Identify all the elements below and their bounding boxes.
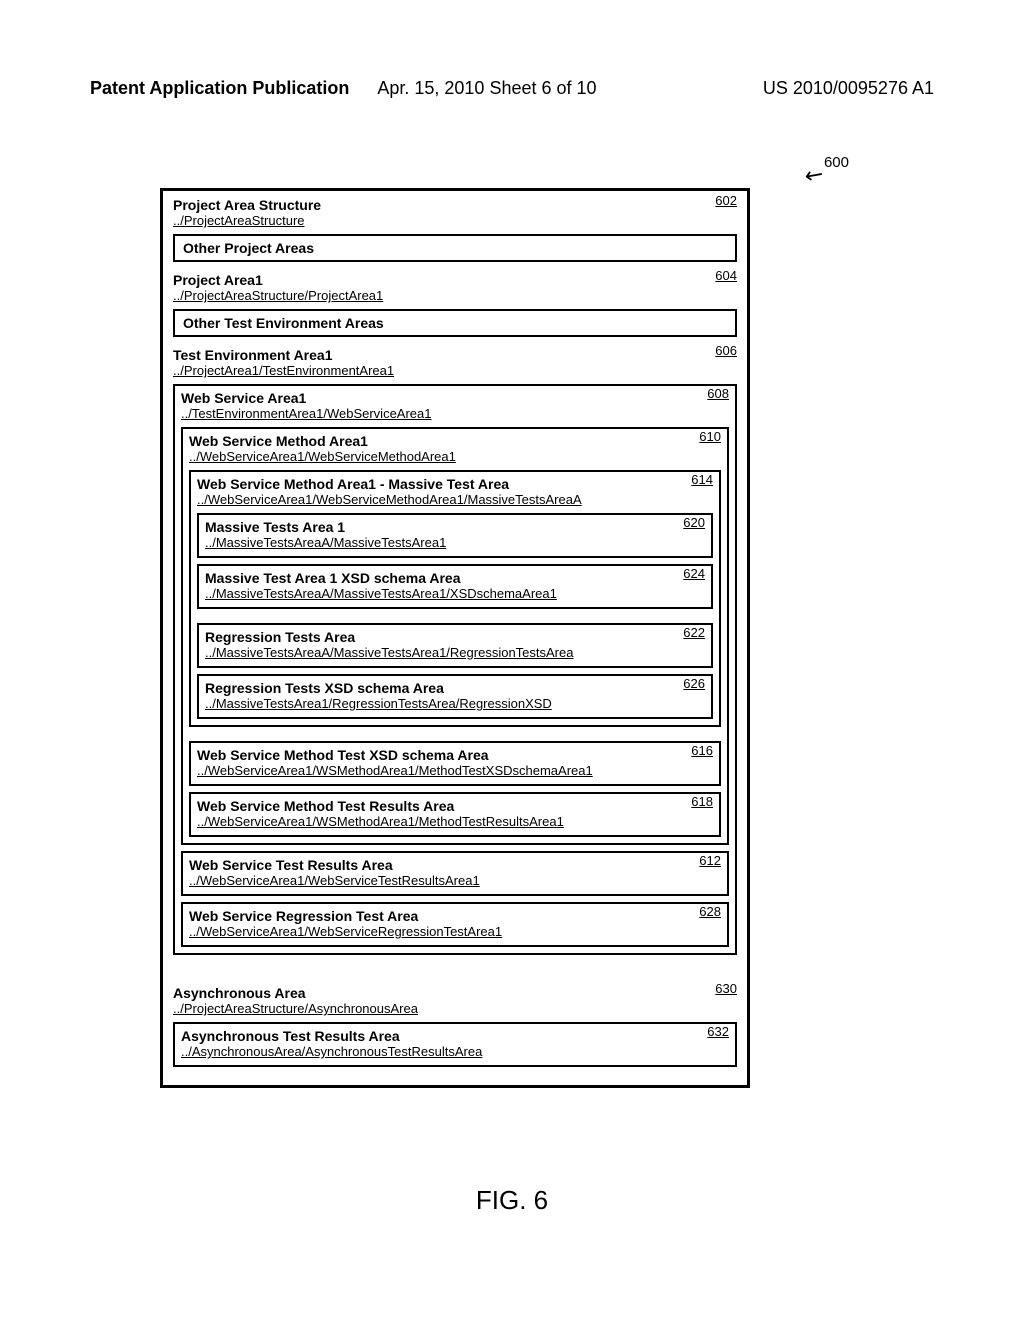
method-box: 610 Web Service Method Area1 ../WebServi… xyxy=(181,427,729,845)
reg-title: Regression Tests Area xyxy=(205,629,705,645)
asyncres-num: 632 xyxy=(707,1024,729,1039)
methodxsd-num: 616 xyxy=(691,743,713,758)
regxsd-path: ../MassiveTestsArea1/RegressionTestsArea… xyxy=(205,696,705,711)
figure-caption: FIG. 6 xyxy=(0,1185,1024,1216)
project-area-num: 604 xyxy=(715,268,737,283)
methodres-box: 618 Web Service Method Test Results Area… xyxy=(189,792,721,837)
env-box: 606 Test Environment Area1 ../ProjectAre… xyxy=(173,343,737,961)
mt1-box: 620 Massive Tests Area 1 ../MassiveTests… xyxy=(197,513,713,558)
mt1xsd-box: 624 Massive Test Area 1 XSD schema Area … xyxy=(197,564,713,609)
methodres-title: Web Service Method Test Results Area xyxy=(197,798,713,814)
wsreg-path: ../WebServiceArea1/WebServiceRegressionT… xyxy=(189,924,721,939)
env-title: Test Environment Area1 xyxy=(173,347,737,363)
massive-box: 614 Web Service Method Area1 - Massive T… xyxy=(189,470,721,727)
page-header: Patent Application Publication Apr. 15, … xyxy=(0,78,1024,99)
asyncres-path: ../AsynchronousArea/AsynchronousTestResu… xyxy=(181,1044,729,1059)
env-path: ../ProjectArea1/TestEnvironmentArea1 xyxy=(173,363,737,378)
mt1xsd-num: 624 xyxy=(683,566,705,581)
async-title: Asynchronous Area xyxy=(173,985,737,1001)
mt1xsd-path: ../MassiveTestsAreaA/MassiveTestsArea1/X… xyxy=(205,586,705,601)
method-path: ../WebServiceArea1/WebServiceMethodArea1 xyxy=(189,449,721,464)
ws-box: 608 Web Service Area1 ../TestEnvironment… xyxy=(173,384,737,955)
ws-num: 608 xyxy=(707,386,729,401)
project-area-path: ../ProjectAreaStructure/ProjectArea1 xyxy=(173,288,737,303)
reg-path: ../MassiveTestsAreaA/MassiveTestsArea1/R… xyxy=(205,645,705,660)
other-env-header: Other Test Environment Areas xyxy=(173,309,737,337)
mt1xsd-title: Massive Test Area 1 XSD schema Area xyxy=(205,570,705,586)
wsres-title: Web Service Test Results Area xyxy=(189,857,721,873)
reg-num: 622 xyxy=(683,625,705,640)
wsreg-title: Web Service Regression Test Area xyxy=(189,908,721,924)
regxsd-num: 626 xyxy=(683,676,705,691)
method-num: 610 xyxy=(699,429,721,444)
mt1-path: ../MassiveTestsAreaA/MassiveTestsArea1 xyxy=(205,535,705,550)
massive-path: ../WebServiceArea1/WebServiceMethodArea1… xyxy=(197,492,713,507)
async-num: 630 xyxy=(715,981,737,996)
wsres-path: ../WebServiceArea1/WebServiceTestResults… xyxy=(189,873,721,888)
env-num: 606 xyxy=(715,343,737,358)
project-area-title: Project Area1 xyxy=(173,272,737,288)
regxsd-title: Regression Tests XSD schema Area xyxy=(205,680,705,696)
reg-box: 622 Regression Tests Area ../MassiveTest… xyxy=(197,623,713,668)
async-path: ../ProjectAreaStructure/AsynchronousArea xyxy=(173,1001,737,1016)
methodxsd-path: ../WebServiceArea1/WSMethodArea1/MethodT… xyxy=(197,763,713,778)
ws-path: ../TestEnvironmentArea1/WebServiceArea1 xyxy=(181,406,729,421)
methodxsd-box: 616 Web Service Method Test XSD schema A… xyxy=(189,741,721,786)
wsreg-num: 628 xyxy=(699,904,721,919)
header-publication: Patent Application Publication xyxy=(90,78,349,99)
async-box: 630 Asynchronous Area ../ProjectAreaStru… xyxy=(173,981,737,1073)
root-num: 602 xyxy=(715,193,737,208)
methodxsd-title: Web Service Method Test XSD schema Area xyxy=(197,747,713,763)
mt1-title: Massive Tests Area 1 xyxy=(205,519,705,535)
header-sheet: Apr. 15, 2010 Sheet 6 of 10 xyxy=(377,78,596,99)
mt1-num: 620 xyxy=(683,515,705,530)
asyncres-title: Asynchronous Test Results Area xyxy=(181,1028,729,1044)
wsres-box: 612 Web Service Test Results Area ../Web… xyxy=(181,851,729,896)
root-path: ../ProjectAreaStructure xyxy=(173,213,737,228)
other-project-areas-header: Other Project Areas xyxy=(173,234,737,262)
regxsd-box: 626 Regression Tests XSD schema Area ../… xyxy=(197,674,713,719)
massive-title: Web Service Method Area1 - Massive Test … xyxy=(197,476,713,492)
ws-title: Web Service Area1 xyxy=(181,390,729,406)
methodres-path: ../WebServiceArea1/WSMethodArea1/MethodT… xyxy=(197,814,713,829)
root-box: 602 Project Area Structure ../ProjectAre… xyxy=(160,188,750,1088)
asyncres-box: 632 Asynchronous Test Results Area ../As… xyxy=(173,1022,737,1067)
methodres-num: 618 xyxy=(691,794,713,809)
header-pubnum: US 2010/0095276 A1 xyxy=(763,78,934,99)
wsres-num: 612 xyxy=(699,853,721,868)
root-title: Project Area Structure xyxy=(173,197,737,213)
massive-num: 614 xyxy=(691,472,713,487)
project-area-box: 604 Project Area1 ../ProjectAreaStructur… xyxy=(173,268,737,967)
wsreg-box: 628 Web Service Regression Test Area ../… xyxy=(181,902,729,947)
method-title: Web Service Method Area1 xyxy=(189,433,721,449)
